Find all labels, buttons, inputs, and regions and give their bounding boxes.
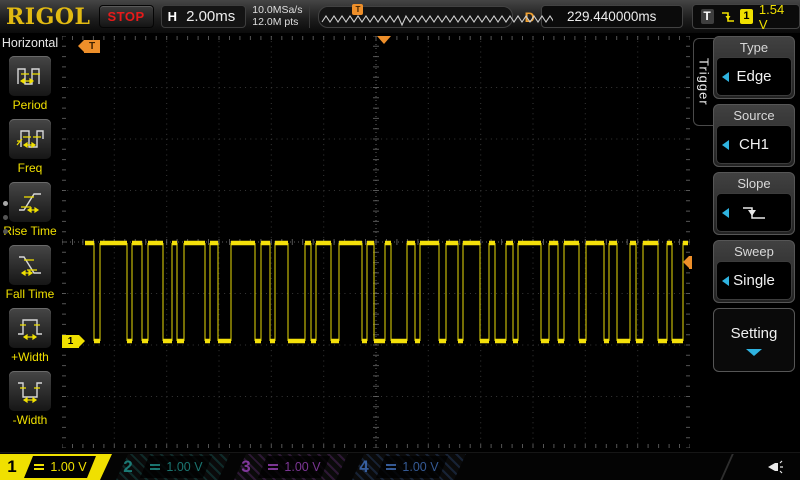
- divider: [706, 454, 734, 480]
- menu-item-source[interactable]: Source CH1: [713, 104, 795, 167]
- dc-coupling-icon: [385, 463, 397, 471]
- chevron-left-icon: [722, 208, 729, 218]
- menu-item-sweep[interactable]: Sweep Single: [713, 240, 795, 303]
- beeper-icon[interactable]: [764, 459, 784, 475]
- trigger-menu: Trigger Type Edge Source CH1 Slope: [692, 33, 800, 452]
- measure-item-rise-time[interactable]: Rise Time: [3, 182, 56, 238]
- chevron-left-icon: [722, 140, 729, 150]
- channel-2-status[interactable]: 2 1.00 V: [116, 454, 230, 480]
- left-menu-title: Horizontal: [2, 36, 58, 50]
- channel1-offset-marker-icon[interactable]: 1: [62, 335, 79, 348]
- rigol-logo: RIGOL: [6, 4, 91, 30]
- freq-icon: [15, 125, 45, 153]
- trigger-level-value: 1.54 V: [759, 2, 791, 32]
- measure-item-period[interactable]: Period: [9, 56, 51, 112]
- neg-width-icon: [15, 377, 45, 405]
- chevron-left-icon: [722, 276, 729, 286]
- menu-item-setting[interactable]: Setting: [713, 308, 795, 372]
- falling-edge-icon: [720, 10, 735, 24]
- run-stop-status-button[interactable]: STOP: [99, 5, 154, 28]
- top-status-bar: RIGOL STOP H 2.00ms 10.0MSa/s 12.0M pts …: [0, 0, 800, 34]
- delay-value: 229.440000ms: [541, 5, 683, 28]
- dc-coupling-icon: [267, 463, 279, 471]
- channel-1-status[interactable]: 1 1.00 V: [0, 454, 112, 480]
- horizontal-timebase-box[interactable]: H 2.00ms: [161, 5, 247, 28]
- acquisition-info: 10.0MSa/s 12.0M pts: [252, 5, 310, 28]
- horizontal-label: H: [168, 9, 177, 24]
- period-icon: [15, 62, 45, 90]
- overview-trigger-flag-icon[interactable]: T: [352, 4, 363, 15]
- channel-status-bar: 1 1.00 V 2 1.00 V 3 1.00 V 4 1.00 V: [0, 452, 800, 480]
- horizontal-measure-menu: Horizontal Period Freq: [0, 33, 60, 452]
- chevron-down-icon: [746, 349, 762, 356]
- trigger-position-icon[interactable]: [377, 36, 391, 44]
- memory-depth: 12.0M pts: [252, 17, 302, 29]
- menu-page-indicator: [3, 201, 8, 234]
- waveform-overview-bar[interactable]: T: [318, 6, 512, 28]
- measure-item-neg-width[interactable]: -Width: [9, 371, 51, 427]
- dc-coupling-icon: [149, 463, 161, 471]
- channel-3-status[interactable]: 3 1.00 V: [234, 454, 348, 480]
- trigger-readout[interactable]: T 1 1.54 V: [692, 4, 800, 29]
- measure-item-freq[interactable]: Freq: [9, 119, 51, 175]
- trigger-source-badge: 1: [740, 9, 753, 24]
- sample-rate: 10.0MSa/s: [252, 5, 302, 17]
- measure-item-fall-time[interactable]: Fall Time: [6, 245, 55, 301]
- slope-falling-edge-icon: [739, 204, 769, 222]
- fall-time-icon: [15, 251, 45, 279]
- oscilloscope-screen: RIGOL STOP H 2.00ms 10.0MSa/s 12.0M pts …: [0, 0, 800, 480]
- channel-4-status[interactable]: 4 1.00 V: [352, 454, 466, 480]
- trigger-menu-tab: Trigger: [693, 38, 714, 126]
- rise-time-icon: [15, 188, 45, 216]
- measure-item-pos-width[interactable]: +Width: [9, 308, 51, 364]
- trigger-label: T: [701, 9, 714, 24]
- trigger-position-flag-icon[interactable]: T: [84, 40, 100, 53]
- chevron-left-icon: [722, 72, 729, 82]
- timebase-value: 2.00ms: [186, 8, 235, 25]
- menu-item-type[interactable]: Type Edge: [713, 36, 795, 99]
- menu-item-slope[interactable]: Slope: [713, 172, 795, 235]
- dc-coupling-icon: [33, 463, 45, 471]
- pos-width-icon: [15, 314, 45, 342]
- waveform-graticule[interactable]: [62, 36, 690, 448]
